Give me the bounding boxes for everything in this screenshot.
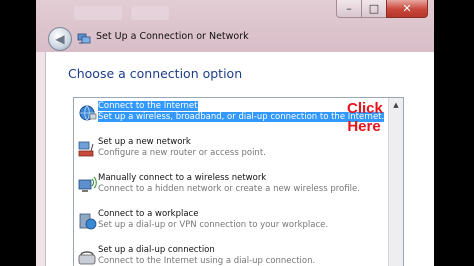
right-black-bar — [434, 0, 474, 266]
page-heading: Choose a connection option — [68, 66, 243, 81]
option-title: Connect to the Internet — [98, 101, 198, 111]
option-workplace[interactable]: Connect to a workplace Set up a dial-up … — [74, 206, 388, 242]
option-description: Set up a wireless, broadband, or dial-up… — [98, 112, 385, 122]
window-title: Set Up a Connection or Network — [96, 31, 249, 42]
option-description: Set up a dial-up or VPN connection to yo… — [98, 220, 329, 230]
annotation-line-1: Click — [347, 100, 383, 117]
wizard-content: Choose a connection option Connect to th… — [45, 52, 434, 266]
phone-modem-icon — [78, 251, 96, 265]
annotation-line-2: Here — [347, 118, 381, 135]
maximize-button[interactable]: □ — [362, 0, 386, 18]
close-button[interactable]: ✕ — [386, 0, 428, 18]
option-title: Manually connect to a wireless network — [98, 173, 267, 183]
option-description: Configure a new router or access point. — [98, 148, 266, 158]
option-new-network[interactable]: Set up a new network Configure a new rou… — [74, 134, 388, 170]
option-description: Connect to the Internet using a dial-up … — [98, 256, 316, 266]
option-title: Set up a dial-up connection — [98, 245, 215, 255]
option-title: Connect to a workplace — [98, 209, 199, 219]
workplace-globe-icon — [79, 213, 97, 230]
option-dial-up[interactable]: Set up a dial-up connection Connect to t… — [74, 242, 388, 266]
option-description: Connect to a hidden network or create a … — [98, 184, 360, 194]
router-network-icon — [78, 141, 94, 157]
background-tab — [131, 6, 169, 20]
back-arrow-icon[interactable]: ◀ — [48, 27, 72, 51]
option-connect-internet[interactable]: Connect to the Internet Set up a wireles… — [74, 98, 388, 134]
globe-network-icon — [79, 105, 97, 121]
wireless-computer-icon — [78, 176, 97, 192]
scroll-up-arrow-icon[interactable]: ▲ — [389, 98, 403, 112]
minimize-button[interactable]: – — [336, 0, 362, 18]
option-title: Set up a new network — [98, 137, 191, 147]
option-manual-wireless[interactable]: Manually connect to a wireless network C… — [74, 170, 388, 206]
click-here-annotation: Click Here — [347, 100, 383, 136]
network-icon — [77, 33, 91, 44]
list-scrollbar[interactable]: ▲ — [388, 98, 403, 266]
left-black-bar — [0, 0, 36, 266]
window-controls: – □ ✕ — [336, 0, 428, 18]
background-tab — [74, 6, 122, 20]
title-bar: – □ ✕ ◀ Set Up a Connection or Network — [36, 0, 434, 52]
